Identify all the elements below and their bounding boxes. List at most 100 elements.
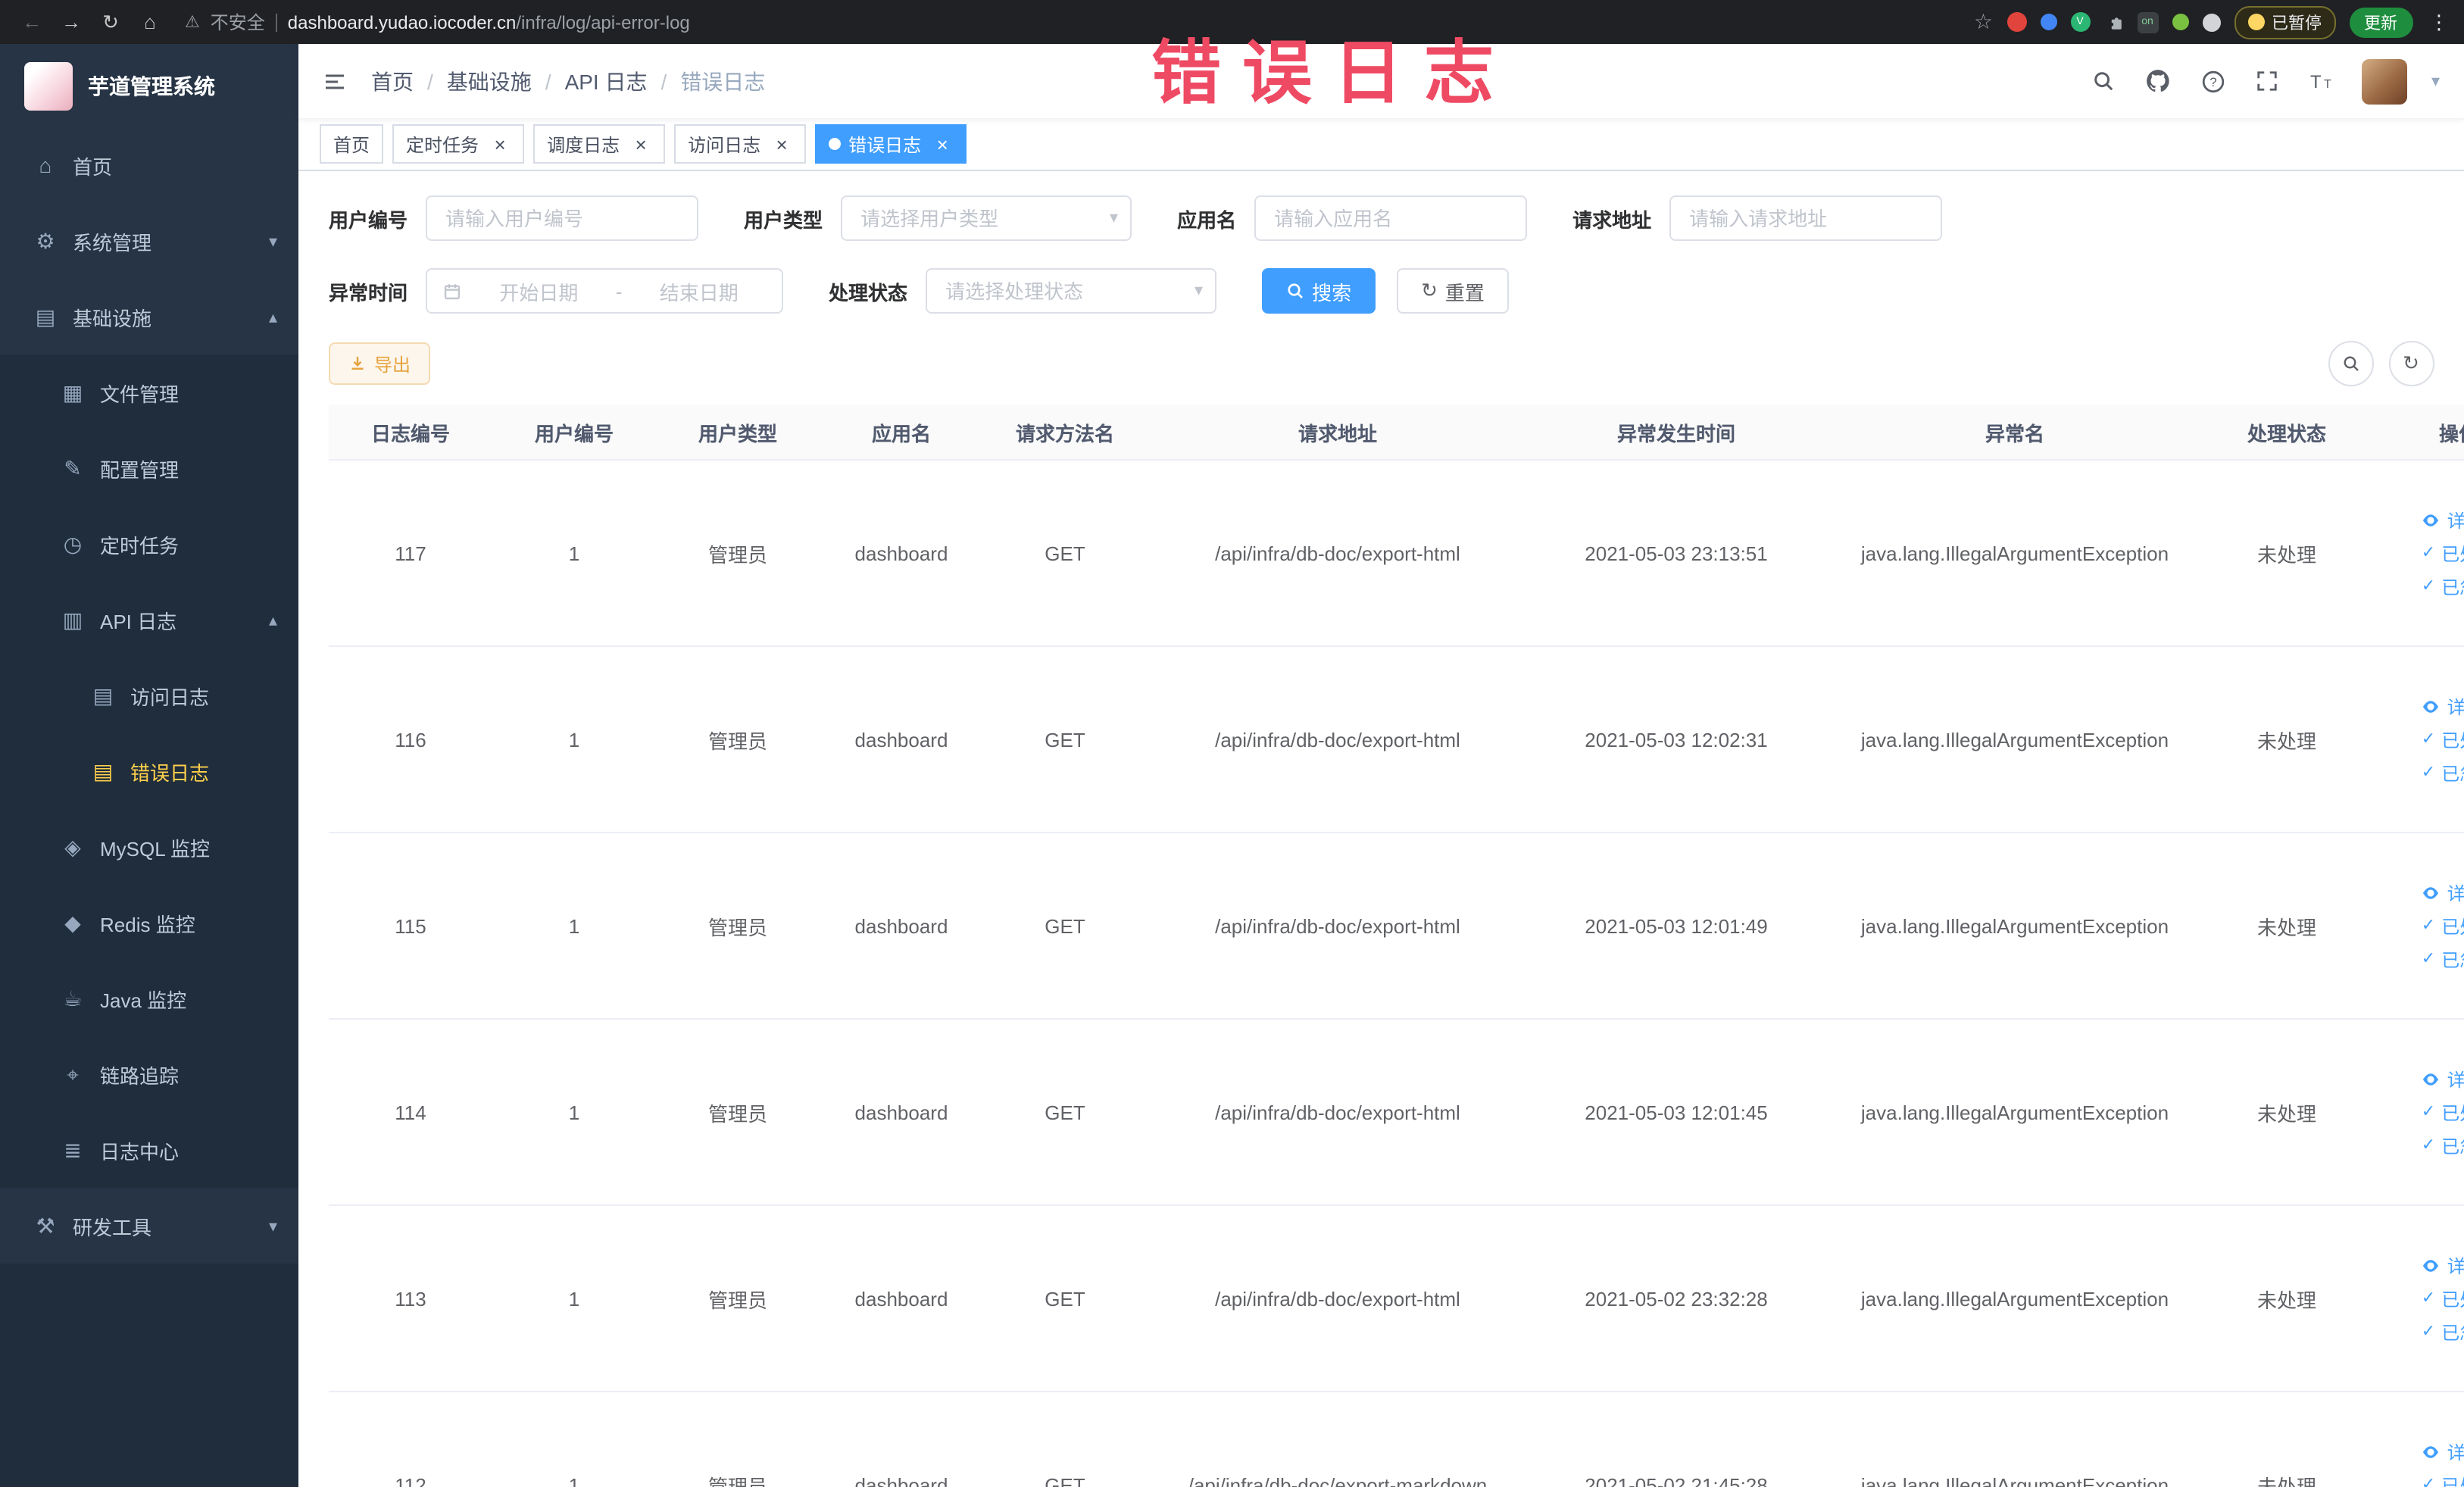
- breadcrumb-item[interactable]: API 日志: [565, 66, 648, 96]
- action-ignored-link[interactable]: ✓ 已忽略: [2422, 946, 2464, 972]
- sidebar-item-api-log[interactable]: ▥ API 日志 ▴: [0, 582, 298, 658]
- sidebar-item-trace[interactable]: ⌖ 链路追踪: [0, 1036, 298, 1112]
- action-processed-link[interactable]: ✓ 已处理: [2422, 540, 2464, 566]
- screen: ← → ↻ ⌂ ⚠ 不安全 dashboard.yudao.iocoder.cn…: [0, 0, 2464, 1487]
- reset-button[interactable]: ↻ 重置: [1397, 268, 1509, 314]
- cell-user_type: 管理员: [656, 833, 820, 1020]
- update-button[interactable]: 更新: [2349, 7, 2412, 37]
- column-header: 请求地址: [1147, 405, 1529, 461]
- tab-error-log[interactable]: 错误日志 ×: [815, 124, 967, 164]
- action-ignored-link[interactable]: ✓ 已忽略: [2422, 760, 2464, 786]
- doc-icon: ▤: [92, 758, 114, 783]
- svg-text:T: T: [2311, 72, 2322, 92]
- browser-menu-icon[interactable]: ⋮: [2429, 10, 2449, 34]
- sidebar-item-access-log[interactable]: ▤ 访问日志: [0, 658, 298, 733]
- sidebar-item-mysql-monitor[interactable]: ◈ MySQL 监控: [0, 809, 298, 885]
- hamburger-icon[interactable]: [323, 69, 347, 93]
- action-detail-link[interactable]: 详细: [2422, 1252, 2464, 1278]
- cell-method: GET: [983, 1019, 1147, 1206]
- cell-user_id: 1: [492, 833, 656, 1020]
- search-toggle-button[interactable]: [2328, 341, 2373, 386]
- user-type-select-input[interactable]: [841, 195, 1132, 241]
- action-label: 已忽略: [2441, 1322, 2464, 1343]
- export-button[interactable]: 导出: [329, 342, 431, 385]
- sidebar-item-log-center[interactable]: ≣ 日志中心: [0, 1112, 298, 1188]
- tab-home[interactable]: 首页: [320, 124, 384, 164]
- sidebar-item-error-log[interactable]: ▤ 错误日志: [0, 733, 298, 809]
- sidebar-item-system-management[interactable]: ⚙ 系统管理 ▾: [0, 203, 298, 279]
- browser-home-icon[interactable]: ⌂: [133, 5, 167, 39]
- request-url-input[interactable]: [1669, 195, 1943, 241]
- bookmark-star-icon[interactable]: ☆: [1974, 9, 1993, 35]
- search-icon[interactable]: [2089, 66, 2119, 96]
- extension-on-badge[interactable]: on: [2137, 11, 2158, 33]
- eye-icon: [2422, 883, 2441, 902]
- action-processed-link[interactable]: ✓ 已处理: [2422, 1099, 2464, 1125]
- action-processed-link[interactable]: ✓ 已处理: [2422, 913, 2464, 939]
- tab-close-icon[interactable]: ×: [489, 133, 511, 155]
- sidebar-item-java-monitor[interactable]: ☕ Java 监控: [0, 961, 298, 1036]
- page-url: dashboard.yudao.iocoder.cn/infra/log/api…: [288, 11, 690, 33]
- process-status-select-input[interactable]: [926, 268, 1217, 314]
- address-bar[interactable]: ⚠ 不安全 dashboard.yudao.iocoder.cn/infra/l…: [185, 9, 1956, 35]
- calendar-icon: [442, 281, 462, 301]
- column-header: 用户类型: [656, 405, 820, 461]
- extensions-puzzle-icon[interactable]: [2103, 12, 2123, 32]
- action-processed-link[interactable]: ✓ 已处理: [2422, 1286, 2464, 1311]
- breadcrumb-item[interactable]: 首页: [371, 66, 414, 96]
- tab-access-log[interactable]: 访问日志 ×: [674, 124, 807, 164]
- action-ignored-link[interactable]: ✓ 已忽略: [2422, 1132, 2464, 1158]
- exception-time-range-picker[interactable]: 开始日期 - 结束日期: [426, 268, 784, 314]
- user-avatar[interactable]: [2361, 58, 2407, 104]
- tab-label: 错误日志: [848, 134, 922, 155]
- sidebar-item-file-management[interactable]: ▦ 文件管理: [0, 355, 298, 430]
- reload-icon[interactable]: ↻: [94, 5, 127, 39]
- help-icon[interactable]: ?: [2198, 66, 2228, 96]
- avatar-caret-icon[interactable]: ▾: [2431, 71, 2440, 91]
- sidebar-item-home[interactable]: ⌂ 首页: [0, 127, 298, 203]
- tab-close-icon[interactable]: ×: [932, 133, 953, 155]
- tab-close-icon[interactable]: ×: [630, 133, 651, 155]
- tab-scheduled-jobs[interactable]: 定时任务 ×: [392, 124, 525, 164]
- user-type-select[interactable]: ▾: [841, 195, 1132, 241]
- logo-avatar: [24, 61, 73, 110]
- sidebar-item-scheduled-jobs[interactable]: ◷ 定时任务: [0, 506, 298, 582]
- vue-devtools-icon[interactable]: V: [2070, 12, 2090, 32]
- extension-icon[interactable]: [2006, 12, 2026, 32]
- action-detail-link[interactable]: 详细: [2422, 1066, 2464, 1092]
- tab-close-icon[interactable]: ×: [771, 133, 792, 155]
- action-ignored-link[interactable]: ✓ 已忽略: [2422, 1319, 2464, 1345]
- filter-request-url: 请求地址: [1572, 195, 1943, 241]
- font-size-icon[interactable]: TT: [2307, 66, 2338, 96]
- extension-icon[interactable]: [2172, 14, 2188, 30]
- check-icon: ✓: [2421, 729, 2436, 748]
- extension-icon[interactable]: [2202, 13, 2220, 31]
- fullscreen-icon[interactable]: [2253, 66, 2283, 96]
- app-name-input[interactable]: [1254, 195, 1528, 241]
- tab-job-log[interactable]: 调度日志 ×: [533, 124, 666, 164]
- action-detail-link[interactable]: 详细: [2422, 1439, 2464, 1464]
- breadcrumb-item[interactable]: 基础设施: [447, 66, 532, 96]
- paused-chip[interactable]: 已暂停: [2234, 5, 2335, 39]
- forward-icon[interactable]: →: [55, 5, 88, 39]
- sidebar-item-config-management[interactable]: ✎ 配置管理: [0, 430, 298, 506]
- refresh-button[interactable]: ↻: [2388, 341, 2434, 386]
- smiley-icon: [2247, 14, 2264, 30]
- process-status-select[interactable]: ▾: [926, 268, 1217, 314]
- action-processed-link[interactable]: ✓ 已处理: [2422, 1472, 2464, 1487]
- user-id-input[interactable]: [426, 195, 699, 241]
- action-detail-link[interactable]: 详细: [2422, 879, 2464, 905]
- search-button[interactable]: 搜索: [1262, 268, 1376, 314]
- action-detail-link[interactable]: 详细: [2422, 693, 2464, 719]
- action-processed-link[interactable]: ✓ 已处理: [2422, 726, 2464, 752]
- cell-method: GET: [983, 646, 1147, 833]
- back-icon[interactable]: ←: [15, 5, 48, 39]
- extension-icon[interactable]: [2040, 14, 2056, 30]
- sidebar-item-dev-tools[interactable]: ⚒ 研发工具 ▾: [0, 1188, 298, 1264]
- github-icon[interactable]: [2144, 66, 2174, 96]
- eye-icon: [2422, 1069, 2441, 1089]
- action-ignored-link[interactable]: ✓ 已忽略: [2422, 573, 2464, 599]
- sidebar-item-infrastructure[interactable]: ▤ 基础设施 ▴: [0, 279, 298, 355]
- action-detail-link[interactable]: 详细: [2422, 507, 2464, 533]
- sidebar-item-redis-monitor[interactable]: ◆ Redis 监控: [0, 885, 298, 961]
